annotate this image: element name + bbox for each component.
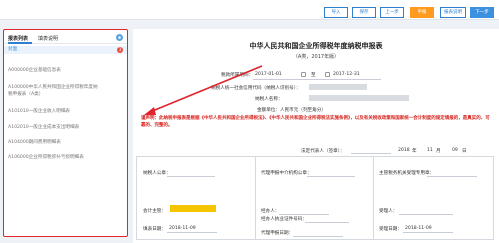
agency-seal-label: 代理申报中介机构公章： [261,171,312,176]
period-underline [253,79,381,80]
error-count-badge: 3 [117,47,123,53]
taxpayer-name-label: 纳税人名称： [255,97,283,102]
sign-month-unit: 月 [436,149,441,154]
report-item-label: 封面 [8,47,18,52]
legal-rep-signature-field[interactable] [351,147,391,154]
agency-seal-line [307,176,355,177]
report-list-panel: 报表列表 填表说明 ✱ 封面 3 A000000企业基础信息表 A100000中… [3,29,128,237]
date-line [167,232,217,233]
report-item-a100000[interactable]: A100000中华人民共和国企业所得税年度纳税申报表（A类） [4,84,102,98]
taxpayer-id-label: 纳税人统一社会信用代码（纳税人识别号）： [211,86,301,91]
tab-report-list[interactable]: 报表列表 [8,35,28,42]
legal-rep-label: 法定代表人（签章）： [301,149,345,154]
accountant-field[interactable] [170,205,216,212]
column-divider [255,157,256,239]
sign-year: 2018 [398,148,410,153]
report-item-a104000[interactable]: A104000期间费用明细表 [4,139,127,145]
report-item-cover[interactable]: 封面 3 [4,46,127,54]
currency-unit-label: 金额单位：人民币元（列至角分） [257,108,326,113]
next-step-button[interactable]: 下一步 [470,7,494,18]
seal-line [167,176,215,177]
agency-date-line [293,236,343,237]
agent-cert-label: 经办人执业证件号码： [261,217,307,222]
settings-icon[interactable]: ✱ [116,34,123,41]
receiver-line [399,214,453,215]
agent-label: 经办人： [261,209,280,214]
column-divider [373,157,374,239]
calendar-icon[interactable] [301,72,306,77]
sign-day-unit: 日 [462,149,467,154]
period-end-field[interactable]: 2017-12-31 [333,72,360,77]
tax-office-seal-line [427,176,477,177]
sign-month: 11 [427,148,433,153]
report-item-a106000[interactable]: A106000企业所得税弥补亏损明细表 [4,154,127,160]
prev-step-button[interactable]: 上一步 [380,7,404,18]
agency-date-label: 代理申报日期： [261,231,294,236]
report-item-a102010[interactable]: A102010一般企业成本支出明细表 [4,124,127,130]
active-tab-indicator [8,42,32,44]
save-button[interactable]: 保存 [352,7,376,18]
form-title: 中华人民共和国企业所得税年度纳税申报表 [249,42,383,50]
report-instructions-button[interactable]: 报表说明 [440,7,466,18]
agent-cert-line [305,222,349,223]
declaration-form: 中华人民共和国企业所得税年度纳税申报表 （A类，2017年版） 税款所属期间： … [133,29,499,243]
fill-date-label: 填表日期： [143,227,166,232]
panel-tabs: 报表列表 填表说明 ✱ [4,30,127,44]
period-start-field[interactable]: 2017-01-01 [255,72,282,77]
receive-date-label: 受理日期： [379,227,402,232]
report-item-a101010[interactable]: A101010一般企业收入明细表 [4,108,127,114]
calendar-icon[interactable] [325,72,330,77]
signature-section: 纳税人公章： 会计主管： 填表日期： 2018-11-09 代理申报中介机构公章… [136,156,494,240]
receive-date-value[interactable]: 2018-11-09 [405,226,432,231]
tab-fill-instructions[interactable]: 填表说明 [38,35,58,42]
report-item-a000000[interactable]: A000000企业基础信息表 [4,67,127,73]
receiver-label: 受理人： [379,209,398,214]
agent-line [279,214,329,215]
fill-date-value[interactable]: 2018-11-09 [169,226,196,231]
toolbar: 导入 保存 上一步 申报 报表说明 下一步 [0,0,499,20]
taxpayer-id-redacted [309,84,367,90]
period-to-label: 至 [311,73,316,78]
import-button[interactable]: 导入 [324,7,348,18]
form-subtitle: （A类，2017年版） [292,54,340,60]
receive-date-line [403,232,453,233]
tax-office-seal-label: 主管税务机关受理专用章： [379,171,435,176]
declare-button[interactable]: 申报 [410,7,434,18]
taxpayer-name-redacted [309,95,409,101]
declaration-notice: 谨声明：此纳税申报表是根据《中华人民共和国企业所得税法》、《中华人民共和国企业所… [141,116,490,128]
sign-day: 09 [452,148,458,153]
period-label: 税款所属期间： [221,73,254,78]
sign-year-unit: 年 [412,149,417,154]
accountant-label: 会计主管： [143,209,166,214]
